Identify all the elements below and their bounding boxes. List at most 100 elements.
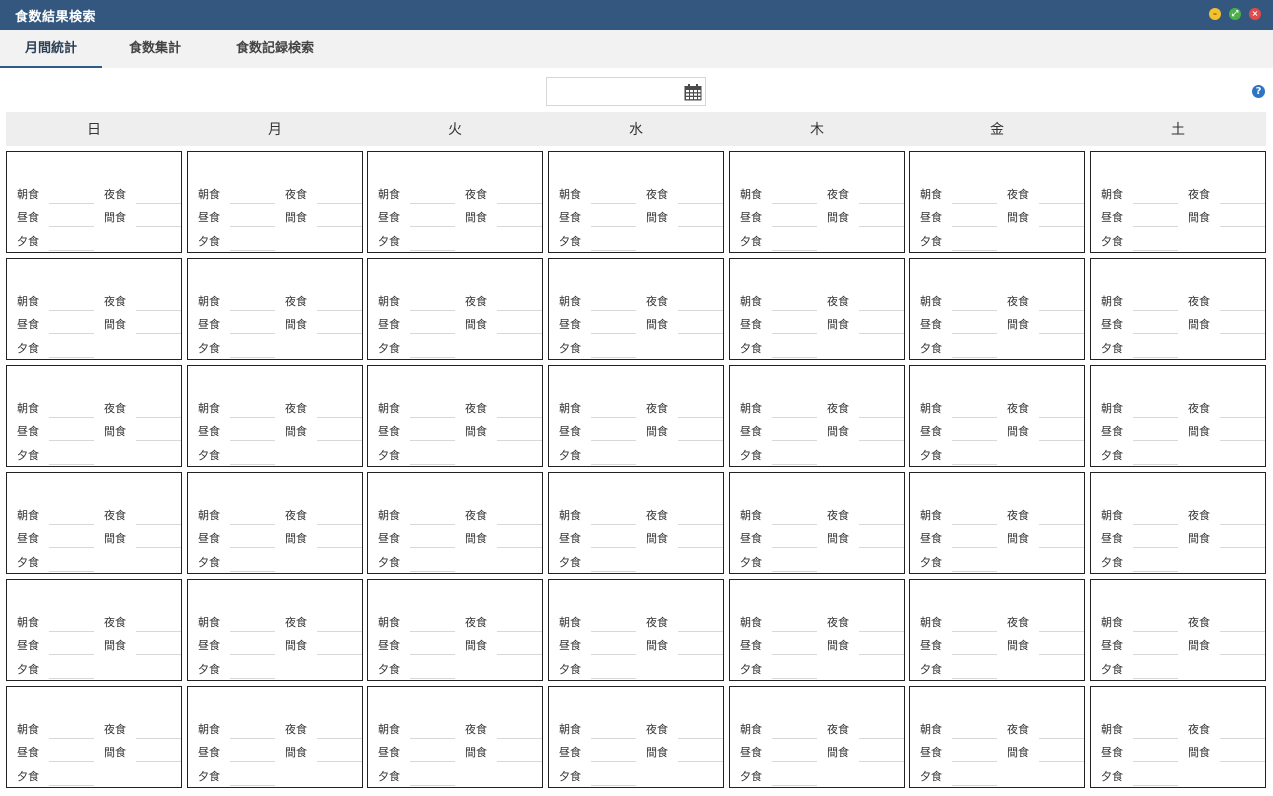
calendar-day-cell[interactable]: 朝食 夜食 昼食 間食 夕食 — [548, 258, 724, 360]
snack-count-field — [317, 654, 362, 655]
breakfast-label: 朝食 — [740, 616, 762, 629]
night-count-field — [1039, 738, 1084, 739]
snack-label: 間食 — [646, 532, 668, 545]
calendar-day-cell[interactable]: 朝食 夜食 昼食 間食 夕食 — [6, 258, 182, 360]
help-icon[interactable]: ? — [1252, 85, 1265, 98]
night-count-field — [497, 524, 542, 525]
night-count-field — [497, 310, 542, 311]
snack-label: 間食 — [285, 639, 307, 652]
calendar-day-cell[interactable]: 朝食 夜食 昼食 間食 夕食 — [6, 151, 182, 253]
calendar-day-cell[interactable]: 朝食 夜食 昼食 間食 夕食 — [909, 258, 1085, 360]
calendar-day-cell[interactable]: 朝食 夜食 昼食 間食 夕食 — [548, 686, 724, 788]
calendar-day-cell[interactable]: 朝食 夜食 昼食 間食 夕食 — [6, 472, 182, 574]
dinner-count-field — [591, 785, 636, 786]
tab-monthly-stats[interactable]: 月間統計 — [0, 30, 102, 68]
calendar-day-cell[interactable]: 朝食 夜食 昼食 間食 夕食 — [729, 579, 905, 681]
breakfast-count-field — [1133, 417, 1178, 418]
calendar-day-cell[interactable]: 朝食 夜食 昼食 間食 夕食 — [1090, 686, 1266, 788]
calendar-day-cell[interactable]: 朝食 夜食 昼食 間食 夕食 — [909, 151, 1085, 253]
calendar-day-cell[interactable]: 朝食 夜食 昼食 間食 夕食 — [1090, 365, 1266, 467]
night-snack-label: 夜食 — [646, 723, 668, 736]
calendar-day-cell[interactable]: 朝食 夜食 昼食 間食 夕食 — [729, 686, 905, 788]
calendar-day-cell[interactable]: 朝食 夜食 昼食 間食 夕食 — [187, 151, 363, 253]
calendar-day-cell[interactable]: 朝食 夜食 昼食 間食 夕食 — [367, 686, 543, 788]
calendar-day-cell[interactable]: 朝食 夜食 昼食 間食 夕食 — [6, 365, 182, 467]
calendar-day-cell[interactable]: 朝食 夜食 昼食 間食 夕食 — [548, 365, 724, 467]
dinner-count-field — [772, 571, 817, 572]
calendar-day-cell[interactable]: 朝食 夜食 昼食 間食 夕食 — [729, 472, 905, 574]
calendar-day-cell[interactable]: 朝食 夜食 昼食 間食 夕食 — [187, 365, 363, 467]
lunch-label: 昼食 — [920, 211, 942, 224]
night-snack-label: 夜食 — [465, 616, 487, 629]
lunch-label: 昼食 — [17, 639, 39, 652]
snack-count-field — [859, 547, 904, 548]
dinner-label: 夕食 — [1101, 770, 1123, 783]
calendar-day-cell[interactable]: 朝食 夜食 昼食 間食 夕食 — [6, 686, 182, 788]
lunch-count-field — [772, 547, 817, 548]
lunch-label: 昼食 — [740, 746, 762, 759]
snack-label: 間食 — [465, 211, 487, 224]
breakfast-count-field — [49, 524, 94, 525]
calendar-day-cell[interactable]: 朝食 夜食 昼食 間食 夕食 — [548, 579, 724, 681]
calendar-day-cell[interactable]: 朝食 夜食 昼食 間食 夕食 — [1090, 151, 1266, 253]
maximize-button[interactable]: ⤢ — [1229, 8, 1241, 20]
calendar-day-cell[interactable]: 朝食 夜食 昼食 間食 夕食 — [6, 579, 182, 681]
calendar-day-cell[interactable]: 朝食 夜食 昼食 間食 夕食 — [367, 579, 543, 681]
tab-meal-record-search[interactable]: 食数記録検索 — [214, 30, 336, 68]
calendar-day-cell[interactable]: 朝食 夜食 昼食 間食 夕食 — [367, 151, 543, 253]
lunch-count-field — [230, 440, 275, 441]
night-count-field — [317, 524, 362, 525]
breakfast-label: 朝食 — [378, 402, 400, 415]
night-count-field — [497, 417, 542, 418]
breakfast-count-field — [410, 738, 455, 739]
calendar-day-cell[interactable]: 朝食 夜食 昼食 間食 夕食 — [548, 151, 724, 253]
calendar-day-cell[interactable]: 朝食 夜食 昼食 間食 夕食 — [1090, 472, 1266, 574]
lunch-count-field — [952, 440, 997, 441]
dinner-label: 夕食 — [378, 770, 400, 783]
calendar-day-cell[interactable]: 朝食 夜食 昼食 間食 夕食 — [909, 686, 1085, 788]
calendar-day-cell[interactable]: 朝食 夜食 昼食 間食 夕食 — [187, 258, 363, 360]
night-snack-label: 夜食 — [104, 295, 126, 308]
calendar-day-cell[interactable]: 朝食 夜食 昼食 間食 夕食 — [729, 151, 905, 253]
tab-meal-count-summary[interactable]: 食数集計 — [106, 30, 204, 68]
calendar-day-cell[interactable]: 朝食 夜食 昼食 間食 夕食 — [729, 365, 905, 467]
calendar-icon[interactable] — [684, 84, 702, 101]
lunch-count-field — [49, 333, 94, 334]
snack-count-field — [859, 333, 904, 334]
night-count-field — [859, 310, 904, 311]
breakfast-label: 朝食 — [17, 723, 39, 736]
dinner-label: 夕食 — [198, 770, 220, 783]
calendar-day-cell[interactable]: 朝食 夜食 昼食 間食 夕食 — [729, 258, 905, 360]
lunch-label: 昼食 — [559, 532, 581, 545]
breakfast-label: 朝食 — [920, 188, 942, 201]
breakfast-count-field — [772, 417, 817, 418]
calendar-day-cell[interactable]: 朝食 夜食 昼食 間食 夕食 — [909, 579, 1085, 681]
breakfast-count-field — [1133, 738, 1178, 739]
calendar-day-cell[interactable]: 朝食 夜食 昼食 間食 夕食 — [187, 686, 363, 788]
dinner-count-field — [230, 785, 275, 786]
calendar-day-cell[interactable]: 朝食 夜食 昼食 間食 夕食 — [187, 472, 363, 574]
calendar-day-cell[interactable]: 朝食 夜食 昼食 間食 夕食 — [367, 472, 543, 574]
calendar-day-cell[interactable]: 朝食 夜食 昼食 間食 夕食 — [367, 258, 543, 360]
calendar-day-cell[interactable]: 朝食 夜食 昼食 間食 夕食 — [909, 365, 1085, 467]
lunch-count-field — [772, 654, 817, 655]
calendar-day-cell[interactable]: 朝食 夜食 昼食 間食 夕食 — [548, 472, 724, 574]
minimize-button[interactable]: – — [1209, 8, 1221, 20]
night-snack-label: 夜食 — [465, 295, 487, 308]
calendar-day-cell[interactable]: 朝食 夜食 昼食 間食 夕食 — [1090, 258, 1266, 360]
calendar-day-cell[interactable]: 朝食 夜食 昼食 間食 夕食 — [909, 472, 1085, 574]
snack-label: 間食 — [104, 746, 126, 759]
lunch-count-field — [410, 654, 455, 655]
lunch-label: 昼食 — [17, 746, 39, 759]
dinner-count-field — [772, 785, 817, 786]
breakfast-label: 朝食 — [378, 509, 400, 522]
calendar-day-cell[interactable]: 朝食 夜食 昼食 間食 夕食 — [1090, 579, 1266, 681]
snack-count-field — [317, 440, 362, 441]
date-input[interactable] — [551, 82, 681, 102]
close-button[interactable]: × — [1249, 8, 1261, 20]
snack-label: 間食 — [104, 425, 126, 438]
calendar-day-cell[interactable]: 朝食 夜食 昼食 間食 夕食 — [187, 579, 363, 681]
breakfast-count-field — [772, 524, 817, 525]
window-title: 食数結果検索 — [15, 10, 97, 25]
calendar-day-cell[interactable]: 朝食 夜食 昼食 間食 夕食 — [367, 365, 543, 467]
